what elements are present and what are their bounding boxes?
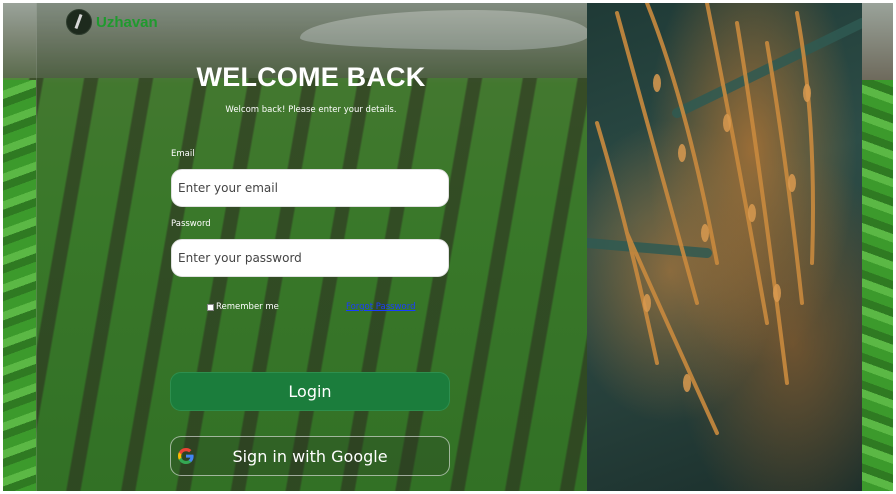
page-title: WELCOME BACK — [196, 62, 426, 92]
rice-stalks-graphic — [587, 3, 862, 435]
rice-image — [587, 3, 862, 491]
page-subtitle: Welcom back! Please enter your details. — [225, 105, 397, 115]
google-signin-button[interactable]: Sign in with Google — [170, 436, 450, 476]
brand-logo[interactable]: Uzhavan — [66, 9, 158, 35]
left-crop-strip — [3, 80, 36, 491]
password-field[interactable] — [171, 239, 449, 277]
email-field[interactable] — [171, 169, 449, 207]
forgot-password-link[interactable]: Forgot Password — [346, 302, 415, 312]
right-hill-strip — [862, 3, 893, 80]
brand-name: Uzhavan — [96, 13, 158, 31]
right-crop-strip — [862, 80, 893, 491]
google-signin-label: Sign in with Google — [232, 446, 388, 466]
google-icon — [177, 447, 195, 465]
remember-me-label: Remember me — [216, 302, 279, 312]
password-label: Password — [171, 219, 211, 229]
login-button[interactable]: Login — [170, 372, 450, 411]
email-label: Email — [171, 149, 195, 159]
remember-me-checkbox[interactable] — [207, 303, 214, 311]
remember-me[interactable]: Remember me — [207, 302, 279, 312]
farmer-logo-icon — [66, 9, 92, 35]
